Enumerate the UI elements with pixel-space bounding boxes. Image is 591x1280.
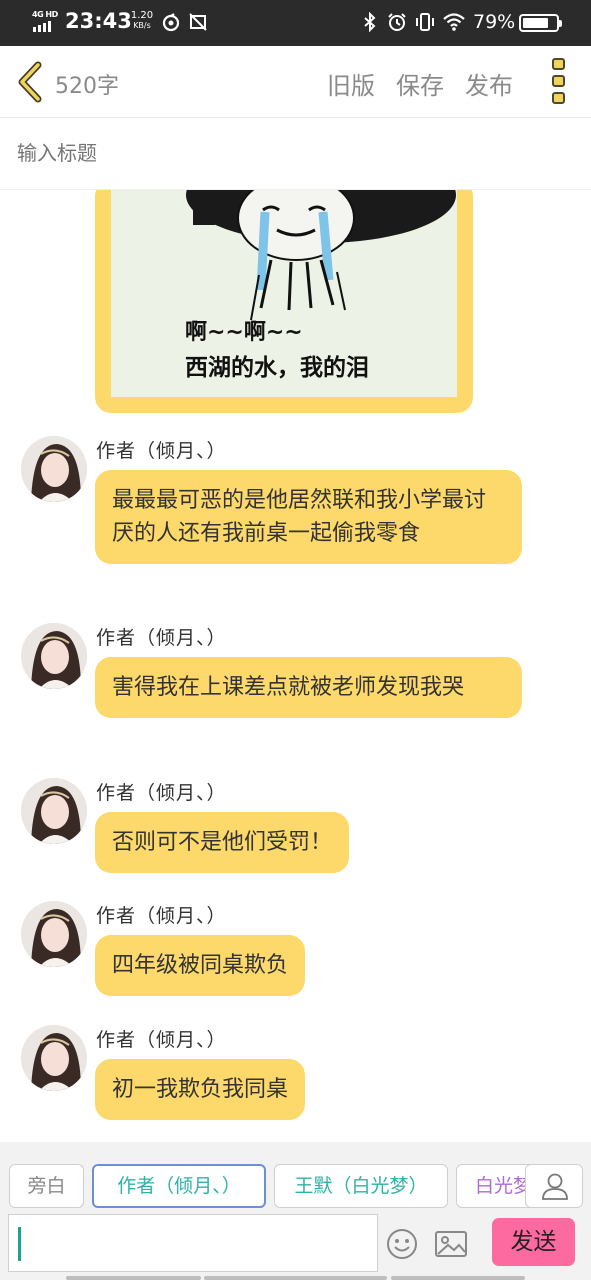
composer-panel: 旁白 作者（倾月、） 王默（白光梦） 白光梦 发送 [0,1142,591,1280]
netease-music-icon [162,13,180,32]
network-speed-unit: KB/s [133,21,151,30]
publish-button[interactable]: 发布 [465,66,513,101]
back-button[interactable] [14,61,46,103]
image-message-bubble[interactable]: 啊~~啊~~ 西湖的水，我的泪 [95,190,473,413]
no-screenshot-icon [189,13,207,31]
nav-handle-segment [391,1276,525,1280]
send-button[interactable]: 发送 [492,1218,575,1266]
chat-area[interactable]: 啊~~啊~~ 西湖的水，我的泪 作者（倾月、） 最最最可恶的是他居然联和我小学最… [0,190,591,1142]
role-chip-narrator[interactable]: 旁白 [9,1164,84,1208]
alarm-icon [388,13,406,31]
meme-caption-line2: 西湖的水，我的泪 [185,355,369,381]
avatar[interactable] [21,1025,87,1091]
old-version-button[interactable]: 旧版 [327,66,375,101]
battery-percent: 79% [473,11,516,33]
avatar-portrait [21,901,87,967]
message-bubble[interactable]: 害得我在上课差点就被老师发现我哭 [95,657,522,718]
role-chip-wangmo[interactable]: 王默（白光梦） [274,1164,448,1208]
save-button[interactable]: 保存 [396,66,444,101]
more-vertical-icon[interactable] [549,58,569,106]
nav-handle-segment [204,1276,387,1280]
status-time: 23:43 [65,9,132,33]
role-chip-baiguangmeng[interactable]: 白光梦 [456,1164,536,1208]
message-bubble[interactable]: 最最最可恶的是他居然联和我小学最讨厌的人还有我前桌一起偷我零食 [95,470,522,564]
text-caret [18,1227,21,1261]
avatar[interactable] [21,778,87,844]
image-icon[interactable] [434,1230,468,1258]
wifi-icon [443,13,465,31]
person-icon [542,1173,568,1200]
word-count: 520字 [55,74,119,99]
role-manage-button[interactable] [525,1164,583,1208]
meme-caption-line1: 啊~~啊~~ [185,320,303,345]
editor-header: 520字 旧版 保存 发布 [0,46,591,118]
network-speed: 1.20 KB/s [129,11,155,31]
message-input[interactable] [8,1214,378,1272]
avatar-portrait [21,436,87,502]
message-author: 作者（倾月、） [96,905,227,927]
avatar[interactable] [21,901,87,967]
role-chip-author[interactable]: 作者（倾月、） [92,1164,266,1208]
message-bubble[interactable]: 四年级被同桌欺负 [95,935,306,996]
message-bubble[interactable]: 否则可不是他们受罚！ [95,812,350,873]
emoji-icon[interactable] [386,1228,418,1260]
vibrate-icon [416,13,434,31]
title-input[interactable] [17,141,557,165]
avatar-portrait [21,778,87,844]
title-row [0,118,591,190]
bluetooth-icon [364,12,376,32]
avatar-portrait [21,623,87,689]
message-author: 作者（倾月、） [96,782,227,804]
cell-signal-icon: 4G HD [32,10,58,32]
network-type: 4G HD [32,10,58,19]
message-author: 作者（倾月、） [96,1029,227,1051]
meme-image: 啊~~啊~~ 西湖的水，我的泪 [111,190,457,397]
battery-icon [519,14,562,32]
avatar[interactable] [21,436,87,502]
status-bar: 4G HD 23:43 1.20 KB/s 79% [0,0,591,46]
message-author: 作者（倾月、） [96,627,227,649]
network-speed-value: 1.20 [130,10,154,21]
message-bubble[interactable]: 初一我欺负我同桌 [95,1059,306,1120]
nav-handle-segment [66,1276,201,1280]
avatar-portrait [21,1025,87,1091]
message-author: 作者（倾月、） [96,440,227,462]
avatar[interactable] [21,623,87,689]
